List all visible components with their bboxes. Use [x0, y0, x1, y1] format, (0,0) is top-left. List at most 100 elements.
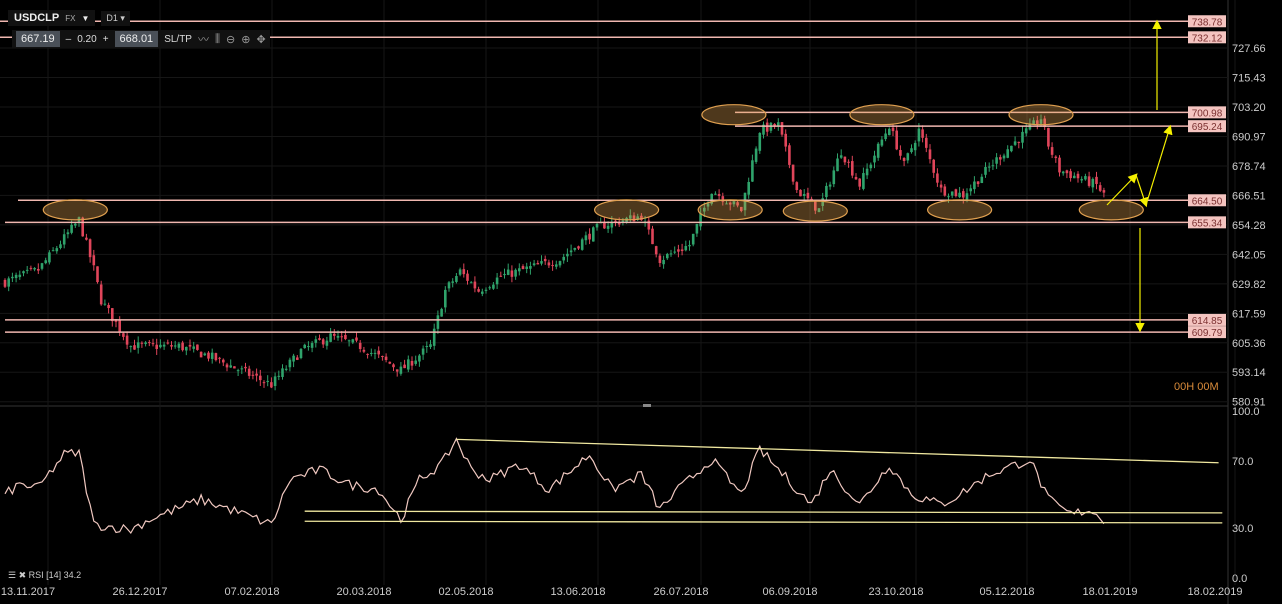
pane-resize-handle[interactable]	[643, 404, 651, 407]
candle-body	[159, 344, 162, 348]
rsi-trendline	[456, 438, 1219, 464]
candle-body	[614, 220, 617, 222]
price-level-label: 664.50	[1192, 196, 1223, 207]
crosshair-icon[interactable]: ✥	[256, 33, 265, 46]
candle-body	[532, 263, 536, 266]
candle-body	[185, 346, 188, 351]
spread-plus[interactable]: +	[103, 34, 109, 45]
candle-body	[284, 368, 288, 370]
candle-body	[651, 228, 654, 245]
candle-body	[303, 344, 306, 349]
candle-body	[691, 233, 695, 245]
zoom-out-icon[interactable]: ⊖	[226, 33, 235, 46]
x-tick-label: 13.06.2018	[550, 586, 605, 598]
x-tick-label: 18.02.2019	[1187, 586, 1242, 598]
candle-body	[525, 266, 528, 269]
candle-body	[170, 345, 173, 347]
candle-body	[395, 369, 399, 372]
candle-body	[1098, 185, 1102, 191]
candle-body	[580, 239, 584, 250]
sell-price-button[interactable]: 667.19	[16, 31, 60, 47]
y-tick-label: 593.14	[1232, 367, 1266, 379]
candle-body	[510, 270, 514, 277]
x-tick-label: 23.10.2018	[868, 586, 923, 598]
candle-body	[255, 373, 258, 376]
buy-price-button[interactable]: 668.01	[114, 31, 159, 47]
candle-body	[851, 161, 854, 176]
pattern-ellipse	[701, 104, 767, 126]
candle-body	[492, 284, 495, 289]
spread-minus[interactable]: –	[66, 34, 72, 45]
candle-body	[1102, 190, 1106, 193]
close-icon[interactable]: ✖	[19, 570, 27, 580]
candle-body	[70, 224, 73, 233]
trade-bar: 667.19 – 0.20 + 668.01 SL/TP 〰 ⫼ ⊖ ⊕ ✥	[12, 30, 270, 48]
line-chart-icon[interactable]: 〰	[198, 31, 209, 47]
spread-value: 0.20	[77, 33, 97, 45]
candle-body	[895, 130, 898, 150]
candle-body	[399, 366, 403, 374]
candle-body	[1002, 155, 1006, 159]
candle-body	[273, 376, 277, 387]
candle-body	[654, 246, 658, 255]
candle-body	[836, 158, 839, 172]
candle-body	[1013, 141, 1017, 145]
candle-body	[447, 282, 451, 289]
candle-body	[832, 170, 836, 185]
candle-body	[277, 375, 281, 377]
candle-body	[521, 266, 525, 270]
candle-body	[151, 343, 155, 345]
candle-body	[233, 366, 236, 369]
candles-icon[interactable]: ⫼	[215, 33, 220, 46]
candle-body	[891, 127, 895, 132]
x-tick-label: 02.05.2018	[438, 586, 493, 598]
candle-body	[495, 277, 499, 285]
price-level-label: 609.79	[1192, 328, 1223, 339]
candle-body	[288, 359, 292, 368]
candle-body	[370, 352, 373, 354]
candle-body	[7, 278, 10, 287]
candle-body	[503, 273, 506, 276]
timeframe-selector[interactable]: D1 ▾	[101, 10, 130, 26]
menu-icon[interactable]: ☰	[8, 570, 16, 580]
candle-body	[207, 352, 210, 359]
candle-body	[1091, 178, 1095, 188]
x-tick-label: 26.12.2017	[112, 586, 167, 598]
candle-body	[1095, 176, 1098, 184]
pattern-ellipse	[926, 199, 993, 221]
zoom-in-icon[interactable]: ⊕	[241, 33, 250, 46]
candle-body	[351, 339, 355, 343]
candle-body	[666, 253, 669, 259]
pattern-ellipse	[1078, 199, 1144, 221]
symbol-selector[interactable]: USDCLP FX ▼	[8, 10, 96, 26]
x-tick-label: 07.02.2018	[224, 586, 279, 598]
candle-body	[262, 382, 266, 384]
candle-body	[210, 352, 214, 359]
candle-body	[177, 343, 181, 348]
pattern-ellipse	[849, 104, 915, 126]
candle-body	[18, 274, 22, 278]
symbol-header: USDCLP FX ▼ D1 ▾	[8, 10, 130, 26]
sltp-button[interactable]: SL/TP	[164, 34, 192, 45]
candle-body	[148, 342, 151, 344]
candle-body	[181, 342, 184, 351]
candle-body	[44, 260, 47, 264]
candle-body	[203, 353, 207, 356]
candle-body	[270, 382, 273, 388]
candle-body	[662, 259, 665, 265]
x-tick-label: 05.12.2018	[979, 586, 1034, 598]
candle-body	[680, 249, 684, 251]
candle-body	[976, 181, 980, 185]
candle-body	[925, 137, 928, 148]
candle-body	[518, 268, 521, 272]
price-level-label: 738.78	[1192, 17, 1223, 28]
price-level-label: 655.34	[1192, 218, 1223, 229]
y-tick-label: 703.20	[1232, 102, 1266, 114]
candle-body	[1050, 147, 1054, 155]
rsi-trendline	[304, 520, 1223, 524]
price-chart[interactable]: 13.11.2017 26.12.2017 07.02.2018 20.03.2018…	[0, 0, 1282, 604]
candle-body	[921, 129, 924, 138]
candle-body	[196, 344, 199, 350]
rsi-indicator-label: ☰ ✖ RSI [14] 34.2	[8, 570, 81, 581]
rsi-tick-label: 0.0	[1232, 573, 1247, 585]
